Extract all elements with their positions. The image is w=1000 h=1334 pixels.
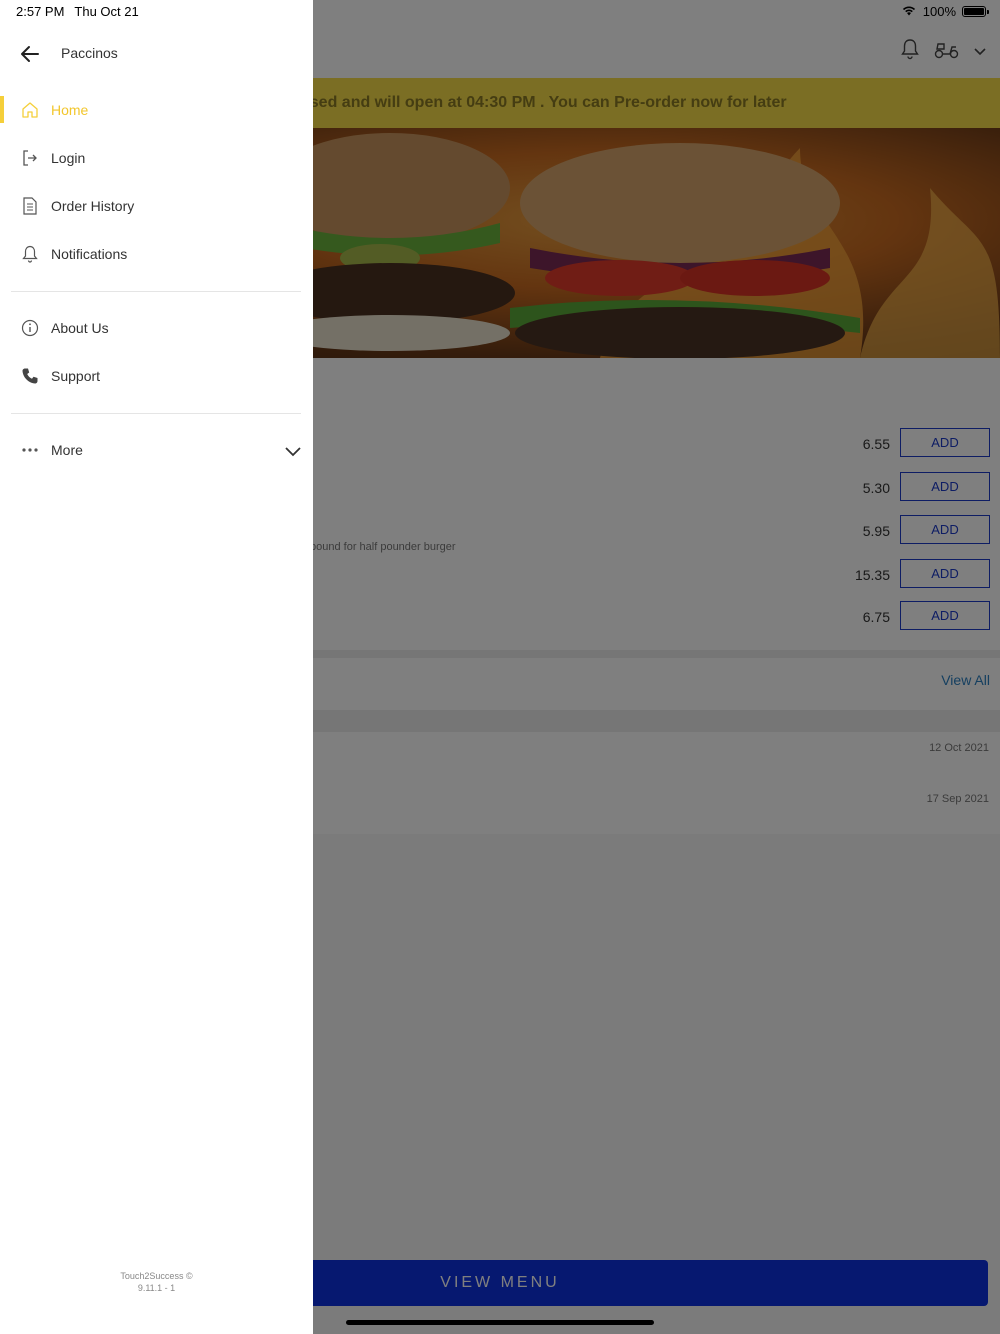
restaurant-name: Paccinos <box>61 45 118 61</box>
nav-label: Login <box>51 150 86 166</box>
bell-icon <box>20 244 40 264</box>
side-drawer: 2:57 PM Thu Oct 21 Paccinos Home Login O… <box>0 0 313 1334</box>
document-icon <box>20 196 40 216</box>
chevron-down-icon[interactable] <box>285 444 301 462</box>
app-footer: Touch2Success © 9.11.1 - 1 <box>0 1270 313 1294</box>
footer-version: 9.11.1 - 1 <box>137 1283 176 1293</box>
drawer-header: Paccinos <box>0 32 313 76</box>
status-time-date: 2:57 PM Thu Oct 21 <box>16 4 139 19</box>
more-dots-icon <box>20 440 40 460</box>
nav-item-notifications[interactable]: Notifications <box>0 234 313 274</box>
nav-label: Home <box>51 102 89 118</box>
nav-item-support[interactable]: Support <box>0 356 313 396</box>
footer-brand: Touch2Success © <box>120 1271 193 1281</box>
nav-item-login[interactable]: Login <box>0 138 313 178</box>
login-icon <box>20 148 40 168</box>
phone-icon <box>20 366 40 386</box>
nav-item-more[interactable]: More <box>0 430 313 470</box>
nav-label: More <box>51 442 83 458</box>
nav-item-order-history[interactable]: Order History <box>0 186 313 226</box>
nav-label: Order History <box>51 198 135 214</box>
back-arrow-icon[interactable] <box>18 42 42 66</box>
nav-label: Support <box>51 368 101 384</box>
status-time: 2:57 PM <box>16 4 65 19</box>
status-date: Thu Oct 21 <box>74 4 139 19</box>
nav-item-home[interactable]: Home <box>0 90 313 130</box>
nav-label: Notifications <box>51 246 128 262</box>
menu-divider <box>11 413 301 414</box>
nav-item-about-us[interactable]: About Us <box>0 308 313 348</box>
nav-label: About Us <box>51 320 109 336</box>
home-icon <box>20 100 40 120</box>
menu-divider <box>11 291 301 292</box>
info-icon <box>20 318 40 338</box>
